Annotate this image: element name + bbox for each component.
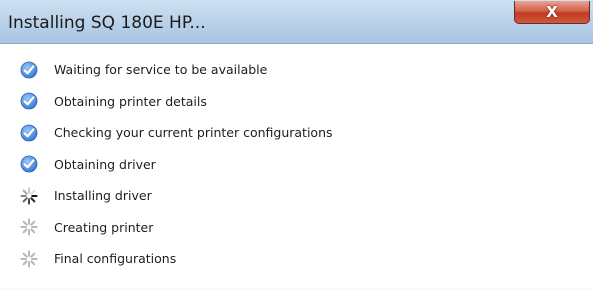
progress-panel: Waiting for service to be available Obta… [0, 44, 593, 290]
step-label: Installing driver [54, 188, 152, 204]
step-label: Waiting for service to be available [54, 62, 268, 78]
spinner-pending-icon [20, 218, 38, 236]
step-item: Obtaining driver [0, 149, 593, 181]
step-list: Waiting for service to be available Obta… [0, 54, 593, 275]
checkmark-icon [20, 155, 38, 173]
title-bar[interactable]: Installing SQ 180E HP... X [0, 0, 593, 44]
step-item: Obtaining printer details [0, 86, 593, 118]
checkmark-icon [20, 61, 38, 79]
spinner-icon [20, 187, 38, 205]
step-label: Obtaining driver [54, 156, 156, 172]
step-label: Obtaining printer details [54, 93, 207, 109]
step-item: Installing driver [0, 180, 593, 212]
close-button[interactable]: X [514, 1, 590, 24]
step-item: Creating printer [0, 212, 593, 244]
close-icon: X [546, 2, 558, 21]
spinner-pending-icon [20, 250, 38, 268]
checkmark-icon [20, 92, 38, 110]
window-bottom-edge [0, 282, 593, 290]
step-item: Waiting for service to be available [0, 54, 593, 86]
step-label: Creating printer [54, 219, 154, 235]
step-label: Final configurations [54, 251, 177, 267]
window-title: Installing SQ 180E HP... [8, 13, 206, 33]
step-item: Checking your current printer configurat… [0, 117, 593, 149]
step-label: Checking your current printer configurat… [54, 125, 333, 141]
checkmark-icon [20, 124, 38, 142]
step-item: Final configurations [0, 243, 593, 275]
installer-window: Installing SQ 180E HP... X Waiting for s… [0, 0, 593, 290]
